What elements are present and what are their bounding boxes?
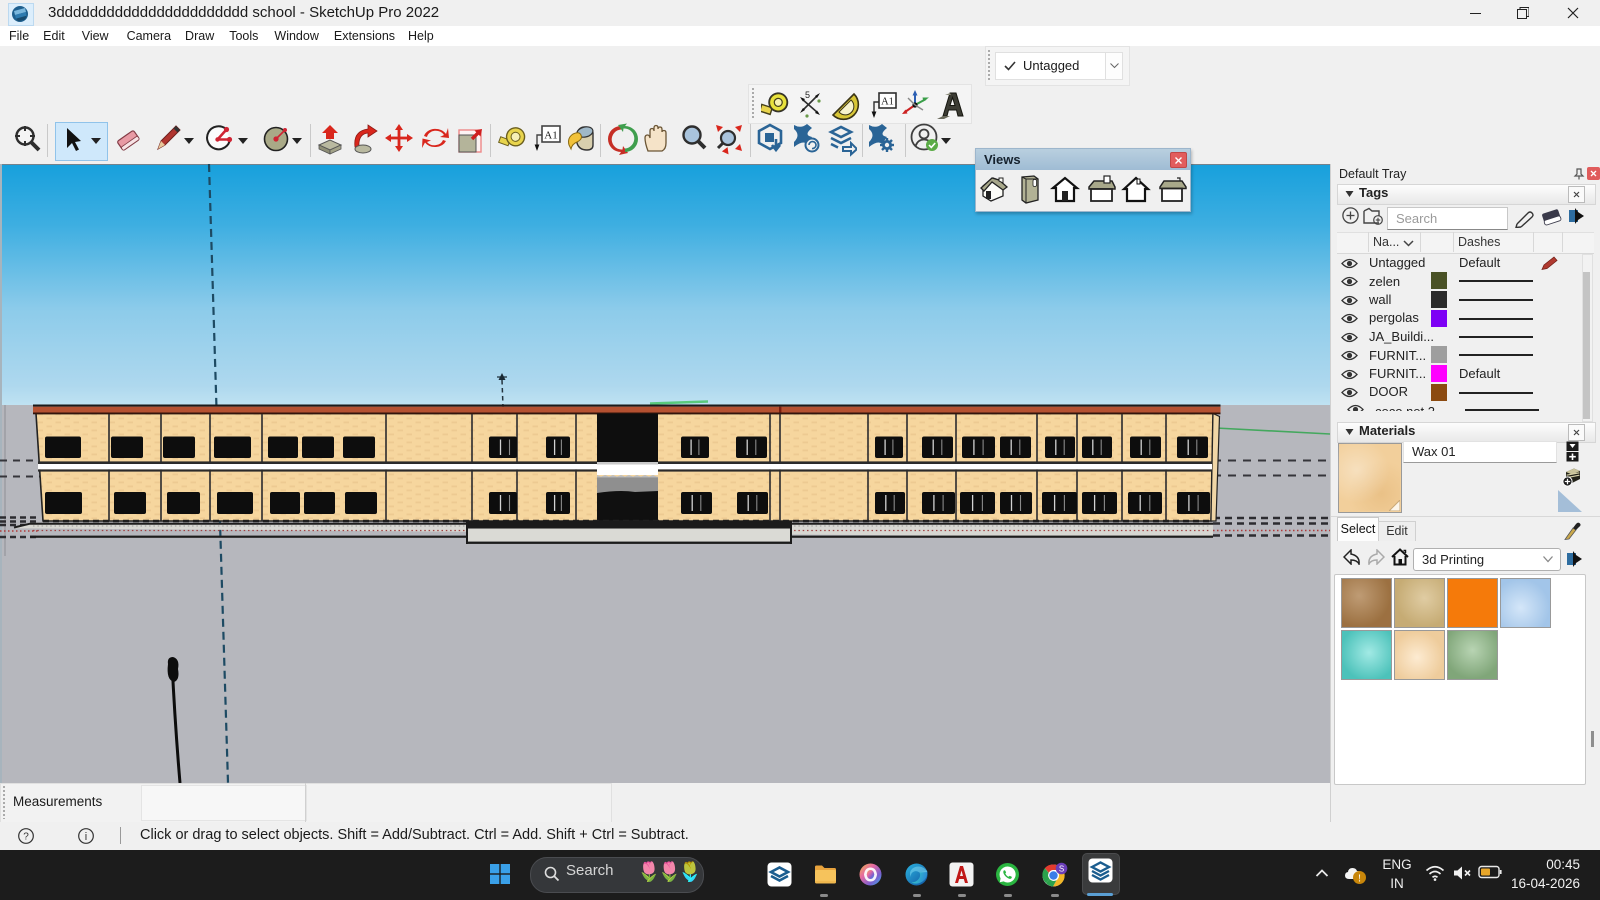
svg-text:5: 5 (805, 90, 810, 100)
svg-text:i: i (85, 831, 87, 843)
svg-text:A1: A1 (881, 97, 894, 108)
svg-text:S: S (1059, 864, 1064, 873)
svg-text:A1: A1 (544, 130, 557, 142)
svg-text:?: ? (23, 832, 29, 843)
svg-text:!: ! (1358, 874, 1361, 885)
